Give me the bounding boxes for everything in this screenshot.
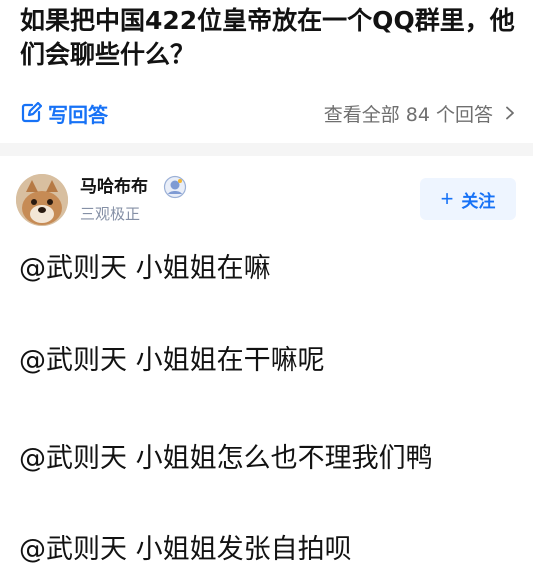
write-answer-button[interactable]: 写回答: [20, 98, 108, 128]
section-divider: [0, 143, 533, 156]
avatar-badge-icon: [163, 175, 187, 199]
view-all-answers-label: 查看全部 84 个回答: [323, 103, 493, 126]
edit-square-icon: [20, 102, 42, 124]
author-info-row: 马哈布布 三观极正 + 关注: [0, 166, 533, 236]
answer-line: @武则天 小姐姐怎么也不理我们鸭: [19, 443, 433, 474]
chevron-right-icon: [503, 106, 517, 120]
question-action-row: 写回答 查看全部 84 个回答: [0, 92, 533, 134]
follow-label: 关注: [461, 191, 496, 211]
answer-page: 如果把中国422位皇帝放在一个QQ群里，他们会聊些什么？ 写回答 查看全部 84…: [0, 0, 533, 588]
answer-line: @武则天 小姐姐发张自拍呗: [19, 534, 352, 565]
answer-line: @武则天 小姐姐在干嘛呢: [19, 345, 325, 376]
answer-line: @武则天 小姐姐在嘛: [19, 253, 271, 284]
view-all-answers-link[interactable]: 查看全部 84 个回答: [324, 98, 517, 128]
question-title[interactable]: 如果把中国422位皇帝放在一个QQ群里，他们会聊些什么？: [20, 4, 520, 72]
write-answer-label: 写回答: [48, 102, 108, 127]
author-avatar[interactable]: [16, 174, 68, 226]
author-name[interactable]: 马哈布布: [80, 176, 148, 198]
author-bio: 三观极正: [80, 205, 141, 223]
plus-icon: +: [440, 186, 454, 211]
follow-button[interactable]: + 关注: [420, 178, 516, 220]
